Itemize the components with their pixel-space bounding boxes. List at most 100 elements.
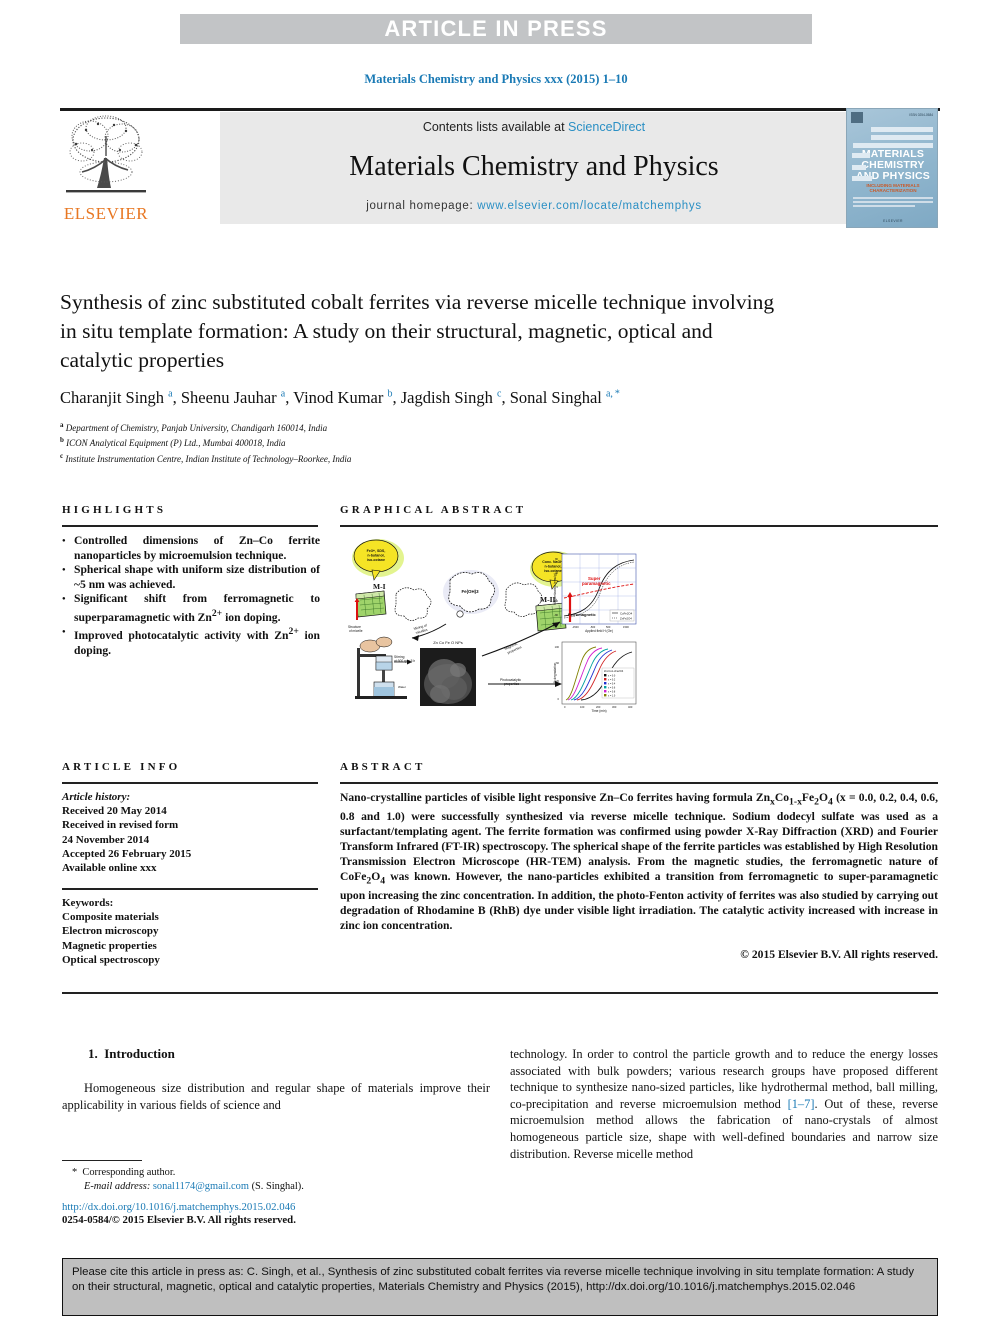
highlights-list: Controlled dimensions of Zn–Co ferrite n… [62, 534, 320, 658]
micelle-1-label: M-I [373, 582, 386, 591]
section-title: Introduction [104, 1046, 175, 1061]
elsevier-tree-icon [62, 112, 150, 204]
doi-link[interactable]: http://dx.doi.org/10.1016/j.matchemphys.… [62, 1200, 492, 1214]
svg-text:300: 300 [612, 705, 617, 709]
journal-homepage-link[interactable]: www.elsevier.com/locate/matchemphys [477, 200, 702, 212]
degradation-plot: ZnxCo1-xFe2O4 x = 0.0 x = 0.2 x = 0.4 x … [553, 641, 637, 713]
svg-text:ZnxCo1-xFe2O4: ZnxCo1-xFe2O4 [604, 669, 624, 673]
affiliation-list: a Department of Chemistry, Panjab Univer… [60, 419, 880, 465]
highlight-text: Improved photocatalytic activity with Zn… [74, 626, 320, 657]
elsevier-wordmark: ELSEVIER [63, 204, 149, 223]
svg-text:500: 500 [606, 625, 611, 629]
svg-text:paramagnetic: paramagnetic [582, 581, 611, 586]
affiliation-a: a Department of Chemistry, Panjab Univer… [60, 419, 880, 434]
svg-text:x = 0.4: x = 0.4 [608, 682, 616, 685]
svg-text:iso-octane: iso-octane [367, 558, 385, 562]
journal-cover-thumbnail: ISSN 0254-0584 MATERIALS CHEMISTRY AND P… [846, 108, 938, 228]
abstract-rule [340, 782, 938, 784]
masthead-top-rule [60, 108, 940, 111]
abstract-copyright: © 2015 Elsevier B.V. All rights reserved… [740, 948, 938, 961]
keyword-item: Composite materials [62, 911, 159, 924]
graphical-abstract-figure: Fe3+, SDS, n-butanol, iso-octane M-I Str… [340, 536, 640, 718]
svg-text:at 600 rpm 5 h: at 600 rpm 5 h [394, 659, 415, 663]
highlights-heading: HIGHLIGHTS [62, 504, 167, 516]
cover-footer: ELSEVIER [883, 219, 903, 223]
cover-subtitle: INCLUDING MATERIALS CHARACTERIZATION [866, 183, 920, 194]
highlight-item: Significant shift from ferromagnetic to … [62, 592, 320, 625]
svg-text:-500: -500 [590, 625, 596, 629]
keyword-item: Electron microscopy [62, 925, 159, 938]
elsevier-logo: ELSEVIER [60, 112, 152, 230]
paper-page: ARTICLE IN PRESS Materials Chemistry and… [0, 0, 992, 1323]
svg-text:1500: 1500 [623, 625, 629, 629]
homepage-prefix: journal homepage: [366, 200, 478, 212]
history-item: Available online xxx [62, 862, 157, 875]
history-item: 24 November 2014 [62, 833, 150, 846]
cover-issn: ISSN 0254-0584 [909, 113, 933, 117]
affiliation-text-c: Institute Instrumentation Centre, Indian… [65, 453, 352, 464]
article-info-rule-top [62, 782, 318, 784]
keywords-label: Keywords: [62, 897, 114, 909]
section-number: 1. [88, 1046, 98, 1061]
abstract-text: Nano-crystalline particles of visible li… [340, 791, 939, 932]
author-list: Charanjit Singh a, Sheenu Jauhar a, Vino… [60, 388, 620, 407]
body-column-left: Homogeneous size distribution and regula… [62, 1081, 490, 1112]
svg-text:properties: properties [504, 682, 519, 686]
email-suffix: (S. Singhal). [251, 1180, 304, 1192]
highlight-item: Spherical shape with uniform size distri… [62, 563, 320, 592]
article-history-block: Article history: Received 20 May 2014 Re… [62, 790, 318, 875]
article-in-press-banner: ARTICLE IN PRESS [180, 14, 812, 44]
svg-text:ZnFe2O4: ZnFe2O4 [620, 617, 632, 621]
svg-text:x = 0.6: x = 0.6 [608, 686, 616, 689]
corresponding-label: Corresponding author. [82, 1167, 176, 1178]
highlight-text: Significant shift from ferromagnetic to … [74, 592, 320, 624]
svg-text:n-butanol,: n-butanol, [545, 565, 562, 569]
highlight-text: Spherical shape with uniform size distri… [74, 563, 320, 591]
tem-micrograph: Zn Co Fe O NPs [420, 640, 476, 706]
graphical-abstract-rule [340, 525, 938, 527]
svg-text:Applied field H (Oe): Applied field H (Oe) [585, 629, 613, 633]
svg-text:n-butanol,: n-butanol, [367, 554, 384, 558]
svg-text:-1500: -1500 [572, 625, 579, 629]
svg-text:x = 1.0: x = 1.0 [608, 694, 616, 697]
history-item: Received 20 May 2014 [62, 805, 167, 818]
email-line: E-mail address: sonal1174@gmail.com (S. … [72, 1180, 492, 1194]
email-link[interactable]: sonal1174@gmail.com [153, 1181, 249, 1192]
history-item: Accepted 26 February 2015 [62, 847, 192, 860]
svg-text:x = 0.0: x = 0.0 [608, 674, 616, 677]
cover-publisher-mark [851, 112, 863, 123]
svg-text:Zn Co Fe O NPs: Zn Co Fe O NPs [433, 640, 463, 645]
graphical-abstract-svg: Fe3+, SDS, n-butanol, iso-octane M-I Str… [340, 536, 640, 718]
sciencedirect-link[interactable]: ScienceDirect [568, 120, 645, 134]
masthead-center-panel: Contents lists available at ScienceDirec… [220, 112, 848, 224]
svg-text:Fe(OH)3: Fe(OH)3 [461, 589, 479, 594]
svg-text:of micelle: of micelle [349, 629, 363, 633]
svg-text:Time (min): Time (min) [591, 709, 606, 713]
elsevier-tree-svg [66, 115, 146, 193]
article-info-heading: ARTICLE INFO [62, 761, 181, 773]
affiliation-marker-a: a [60, 421, 64, 429]
svg-text:Water: Water [398, 685, 406, 689]
svg-text:iso-octane: iso-octane [544, 569, 562, 573]
body-separator-rule [62, 992, 938, 994]
journal-masthead: ELSEVIER Contents lists available at Sci… [60, 108, 940, 230]
page-title: Synthesis of zinc substituted cobalt fer… [60, 290, 775, 372]
keyword-item: Magnetic properties [62, 939, 157, 952]
svg-text:-80: -80 [554, 613, 558, 617]
article-info-rule-mid [62, 888, 318, 890]
contents-prefix: Contents lists available at [422, 120, 569, 134]
highlight-item: Controlled dimensions of Zn–Co ferrite n… [62, 534, 320, 563]
svg-text:x = 0.2: x = 0.2 [608, 678, 616, 681]
svg-text:100: 100 [580, 705, 585, 709]
corresponding-marker: * [72, 1167, 78, 1178]
issn-copyright: 0254-0584/© 2015 Elsevier B.V. All right… [62, 1214, 296, 1226]
affiliation-marker-b: b [60, 436, 64, 445]
journal-running-head: Materials Chemistry and Physics xxx (201… [364, 72, 628, 86]
highlights-rule [62, 525, 318, 527]
affiliation-marker-c: c [60, 451, 64, 460]
svg-text:200: 200 [596, 705, 601, 709]
keywords-block: Keywords: Composite materials Electron m… [62, 896, 318, 967]
affiliation-c: c Institute Instrumentation Centre, Indi… [60, 450, 880, 465]
graphical-abstract-heading: GRAPHICAL ABSTRACT [340, 504, 527, 516]
keyword-item: Optical spectroscopy [62, 953, 160, 966]
